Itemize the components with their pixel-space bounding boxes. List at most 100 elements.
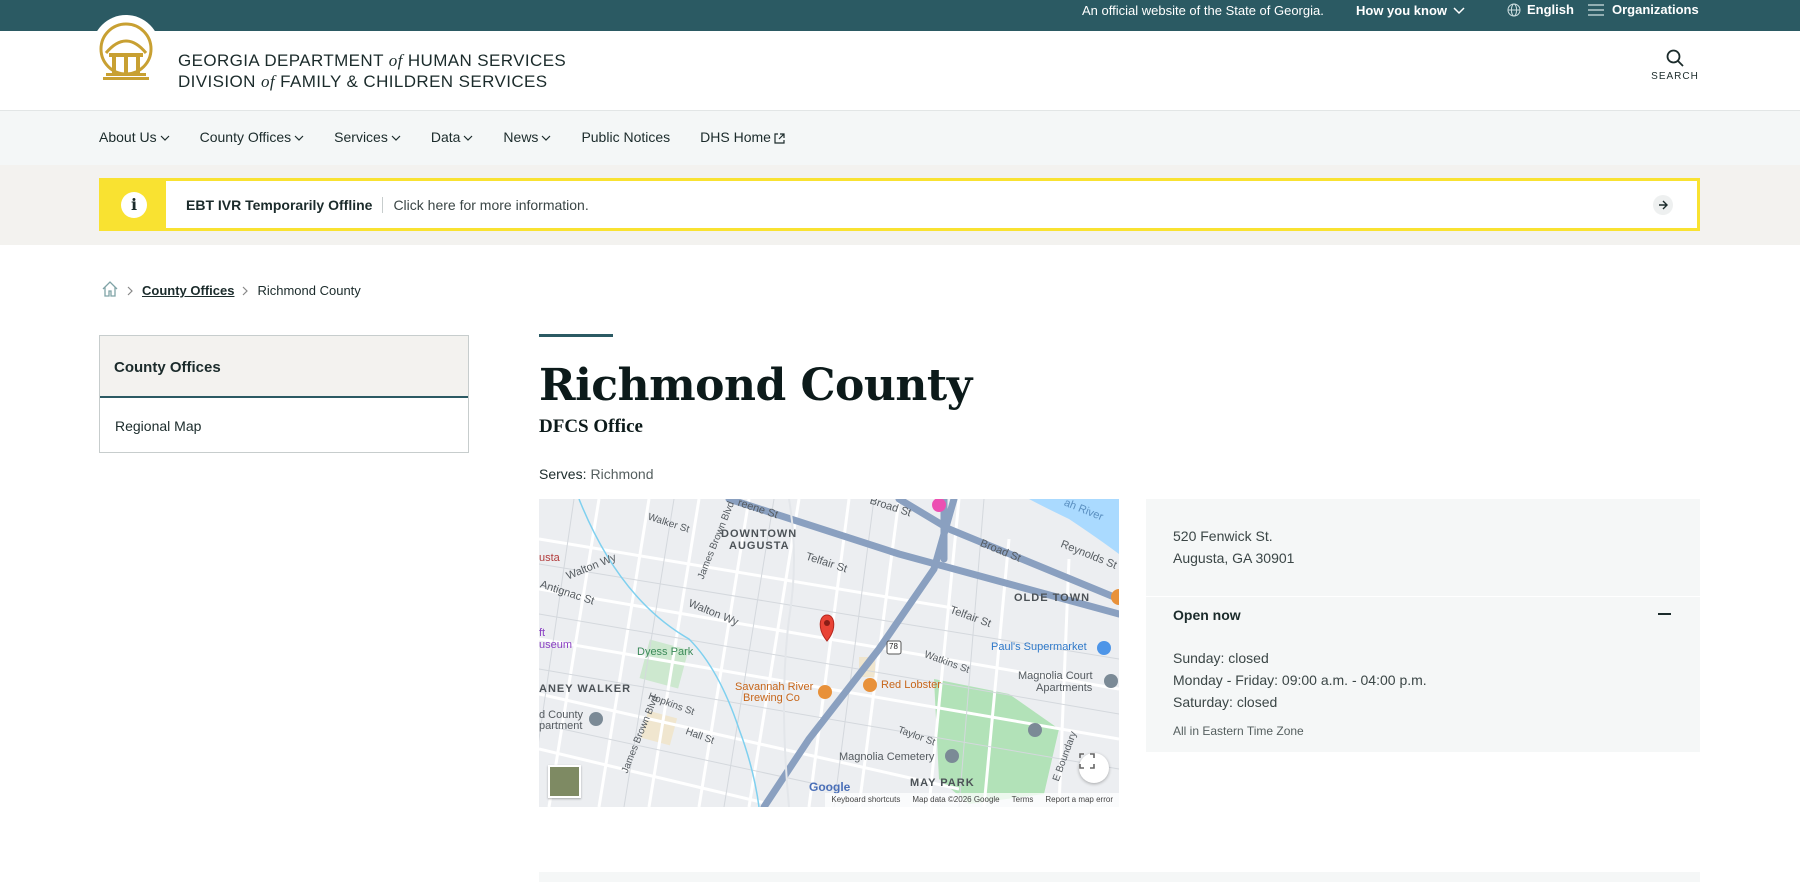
chevron-down-icon [160, 135, 170, 141]
office-map[interactable]: DOWNTOWN AUGUSTA OLDE TOWN ANEY WALKER M… [539, 499, 1119, 807]
address-line1: 520 Fenwick St. [1173, 528, 1273, 544]
site-header: GEORGIA DEPARTMENT of HUMAN SERVICES DIV… [0, 15, 1800, 111]
list-icon [1588, 3, 1604, 16]
map-label: ANEY WALKER [539, 683, 632, 695]
map-label: Magnolia Cemetery [839, 751, 935, 763]
page-subtitle: DFCS Office [539, 416, 643, 437]
arrow-right-icon [1653, 194, 1673, 215]
hours-saturday: Saturday: closed [1173, 694, 1278, 710]
organizations-menu[interactable]: Organizations [1588, 2, 1699, 17]
nav-item-services[interactable]: Services [334, 129, 401, 145]
serves-label: Serves: [539, 466, 587, 482]
collapse-hours-icon[interactable] [1658, 613, 1671, 615]
org-name-line2: DIVISION of FAMILY & CHILDREN SERVICES [178, 72, 548, 91]
sidebar-heading: County Offices [100, 336, 468, 398]
map-label: Magnolia Court [1018, 670, 1093, 682]
map-label: Paul's Supermarket [991, 641, 1087, 653]
map-data-text: Map data ©2026 Google [912, 795, 1000, 804]
map-label: Brewing Co [743, 692, 800, 704]
info-icon: i [121, 191, 147, 218]
sidebar-nav: County Offices Regional Map [99, 335, 469, 453]
fullscreen-button[interactable] [1079, 753, 1109, 783]
nav-label: About Us [99, 129, 157, 145]
map-label: usta [539, 552, 560, 564]
office-info-card: 520 Fenwick St. Augusta, GA 30901 Open n… [1146, 499, 1700, 752]
office-hours: Sunday: closed Monday - Friday: 09:00 a.… [1173, 647, 1427, 713]
chevron-right-icon [127, 286, 133, 295]
official-website-text: An official website of the State of Geor… [1082, 3, 1324, 18]
map-label: OLDE TOWN [1014, 592, 1091, 604]
map-label: MAY PARK [910, 777, 975, 789]
map-label: DOWNTOWN [721, 528, 798, 540]
serves-info: Serves: Richmond [539, 466, 654, 482]
nav-label: Data [430, 129, 461, 145]
organization-name: GEORGIA DEPARTMENT of HUMAN SERVICES DIV… [176, 50, 566, 92]
chevron-down-icon [463, 135, 473, 141]
search-icon [1666, 49, 1684, 67]
breadcrumb: County Offices Richmond County [101, 280, 361, 301]
breadcrumb-county-offices[interactable]: County Offices [142, 283, 234, 298]
breadcrumb-current: Richmond County [257, 283, 361, 298]
card-divider [1146, 596, 1700, 597]
chevron-down-icon [1453, 6, 1465, 14]
map-label: useum [539, 639, 573, 651]
nav-label: Services [334, 129, 388, 145]
google-logo: Google [809, 780, 851, 794]
title-accent-rule [539, 334, 613, 337]
chevron-down-icon [391, 135, 401, 141]
nav-item-news[interactable]: News [503, 129, 551, 145]
sidebar-item-regional-map[interactable]: Regional Map [100, 398, 468, 454]
alert-icon-box: i [102, 181, 166, 228]
home-icon[interactable] [101, 280, 119, 301]
main-navigation: About Us County Offices Services Data Ne… [0, 111, 1800, 165]
map-label: ft [539, 627, 546, 639]
alert-title: EBT IVR Temporarily Offline [186, 196, 384, 213]
nav-item-about-us[interactable]: About Us [99, 129, 170, 145]
external-link-icon [774, 132, 785, 144]
open-status: Open now [1173, 607, 1241, 623]
chevron-down-icon [294, 135, 304, 141]
search-label: SEARCH [1651, 71, 1699, 82]
map-label: AUGUSTA [729, 540, 790, 552]
organizations-label: Organizations [1612, 2, 1699, 17]
alert-section: i EBT IVR Temporarily Offline Click here… [0, 165, 1800, 245]
map-footer: Keyboard shortcuts Map data ©2026 Google… [825, 793, 1119, 807]
map-label: Apartments [1036, 682, 1093, 694]
serves-value: Richmond [590, 466, 654, 482]
georgia-seal-logo[interactable] [92, 15, 160, 91]
hours-sunday: Sunday: closed [1173, 650, 1269, 666]
language-label: English [1527, 2, 1574, 17]
nav-label: News [503, 129, 539, 145]
alert-message: Click here for more information. [393, 196, 589, 213]
timezone-note: All in Eastern Time Zone [1173, 724, 1304, 738]
nav-item-public-notices[interactable]: Public Notices [581, 129, 670, 145]
page-title: Richmond County [539, 360, 972, 411]
hours-weekdays: Monday - Friday: 09:00 a.m. - 04:00 p.m. [1173, 672, 1427, 688]
nav-item-dhs-home[interactable]: DHS Home [700, 129, 785, 145]
chevron-down-icon [542, 135, 551, 141]
official-banner: An official website of the State of Geor… [0, 0, 1800, 31]
nav-item-county-offices[interactable]: County Offices [200, 129, 305, 145]
keyboard-shortcuts-link[interactable]: Keyboard shortcuts [831, 795, 900, 805]
language-selector[interactable]: English [1507, 2, 1574, 17]
globe-icon [1507, 3, 1521, 16]
satellite-toggle[interactable] [548, 765, 581, 798]
alert-banner[interactable]: i EBT IVR Temporarily Offline Click here… [99, 178, 1700, 231]
nav-item-data[interactable]: Data [431, 129, 474, 145]
route-number: 78 [889, 642, 898, 651]
seal-icon [99, 22, 153, 80]
nav-label: County Offices [199, 129, 292, 145]
terms-link[interactable]: Terms [1012, 795, 1034, 805]
how-you-know-toggle[interactable]: How you know [1356, 3, 1465, 18]
nav-label: DHS Home [700, 129, 771, 145]
report-error-link[interactable]: Report a map error [1045, 795, 1113, 805]
map-label: Dyess Park [637, 646, 694, 658]
nav-label: Public Notices [581, 129, 671, 145]
address-line2: Augusta, GA 30901 [1173, 550, 1295, 566]
org-name-line1: GEORGIA DEPARTMENT of HUMAN SERVICES [178, 51, 567, 70]
search-button[interactable]: SEARCH [1644, 49, 1706, 82]
office-address: 520 Fenwick St. Augusta, GA 30901 [1173, 525, 1294, 569]
map-label: Red Lobster [881, 679, 941, 691]
next-section-edge [539, 872, 1700, 882]
how-you-know-label: How you know [1356, 3, 1447, 18]
